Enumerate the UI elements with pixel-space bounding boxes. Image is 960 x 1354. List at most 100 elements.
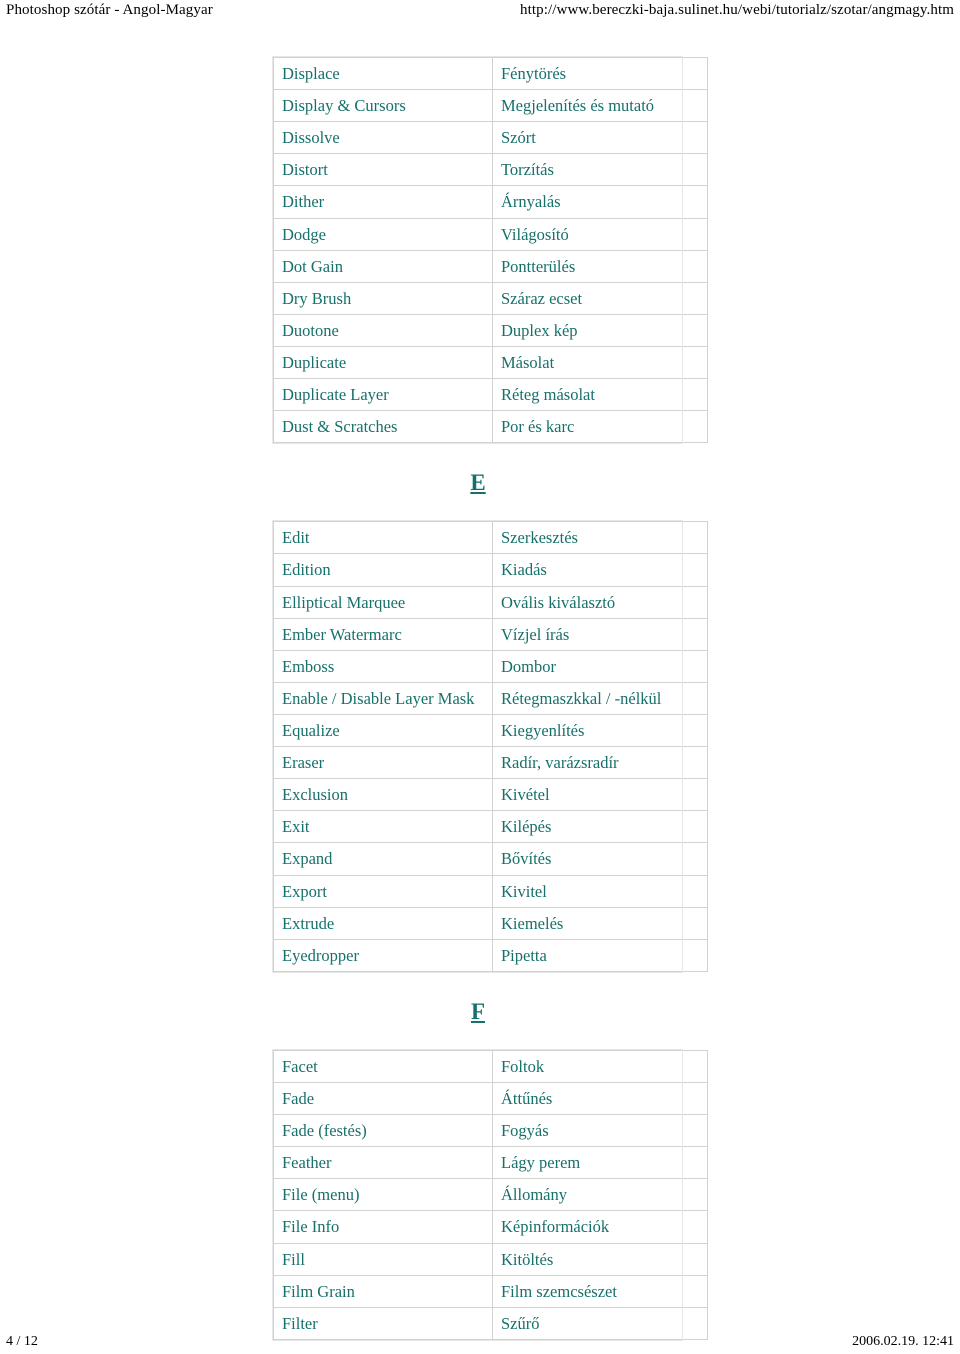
term-english: Equalize bbox=[274, 714, 493, 748]
table-row: Dust & Scratches Por és karc bbox=[274, 411, 708, 444]
table-row: Facet Foltok bbox=[274, 1050, 708, 1083]
term-hungarian: Kiegyenlítés bbox=[493, 714, 708, 748]
table-row: Ember Watermarc Vízjel írás bbox=[274, 618, 708, 651]
term-english: Duotone bbox=[274, 314, 493, 347]
term-hungarian: Ovális kiválasztó bbox=[493, 586, 708, 619]
term-english: Dither bbox=[274, 186, 493, 219]
term-hungarian: Szerkesztés bbox=[493, 522, 708, 555]
section-heading-e-wrap: E bbox=[0, 471, 960, 494]
term-english: Eraser bbox=[274, 747, 493, 780]
term-english: Duplicate bbox=[274, 346, 493, 380]
term-hungarian: Radír, varázsradír bbox=[493, 747, 708, 780]
section-heading-f-wrap: F bbox=[0, 1000, 960, 1023]
section-heading-f[interactable]: F bbox=[0, 1000, 956, 1023]
term-english: Film Grain bbox=[274, 1275, 493, 1308]
table-row: Expand Bővítés bbox=[274, 843, 708, 876]
term-english: Expand bbox=[274, 843, 493, 876]
term-english: Dodge bbox=[274, 218, 493, 251]
table-row: Elliptical Marquee Ovális kiválasztó bbox=[274, 586, 708, 619]
table-row: File Info Képinformációk bbox=[274, 1211, 708, 1244]
term-english: Dry Brush bbox=[274, 282, 493, 315]
table-row: Dot Gain Pontterülés bbox=[274, 250, 708, 283]
term-hungarian: Száraz ecset bbox=[493, 282, 708, 315]
term-english: Fill bbox=[274, 1243, 493, 1276]
term-hungarian: Kiemelés bbox=[493, 907, 708, 940]
table-row: Film Grain Film szemcsészet bbox=[274, 1275, 708, 1308]
table-row: Fade Áttűnés bbox=[274, 1082, 708, 1116]
table-row: File (menu) Állomány bbox=[274, 1179, 708, 1212]
term-english: Duplicate Layer bbox=[274, 379, 493, 412]
term-english: Extrude bbox=[274, 907, 493, 940]
table-row: Edition Kiadás bbox=[274, 554, 708, 587]
dictionary-section-e: Edit Szerkesztés Edition Kiadás Elliptic… bbox=[0, 520, 960, 973]
term-english: Dust & Scratches bbox=[274, 411, 493, 444]
term-hungarian: Bővítés bbox=[493, 843, 708, 876]
term-english: Export bbox=[274, 875, 493, 908]
term-hungarian: Dombor bbox=[493, 650, 708, 683]
table-body: Displace Fénytörés Display & Cursors Meg… bbox=[274, 58, 708, 444]
table-row: Feather Lágy perem bbox=[274, 1147, 708, 1180]
table-row: Eyedropper Pipetta bbox=[274, 939, 708, 972]
print-footer: 4 / 12 2006.02.19. 12:41 bbox=[0, 1328, 960, 1350]
table-row: Export Kivitel bbox=[274, 875, 708, 908]
term-english: Facet bbox=[274, 1050, 493, 1083]
table-row: Dissolve Szórt bbox=[274, 122, 708, 155]
print-header: Photoshop szótár - Angol-Magyar http://w… bbox=[0, 0, 960, 30]
table-row: Dither Árnyalás bbox=[274, 186, 708, 219]
term-english: Fade bbox=[274, 1082, 493, 1116]
term-hungarian: Kivétel bbox=[493, 779, 708, 812]
table-row: Distort Torzítás bbox=[274, 154, 708, 187]
term-hungarian: Duplex kép bbox=[493, 314, 708, 347]
dictionary-section-f: Facet Foltok Fade Áttűnés Fade (festés) … bbox=[0, 1048, 960, 1341]
term-hungarian: Pontterülés bbox=[493, 250, 708, 283]
term-english: Edit bbox=[274, 522, 493, 555]
term-hungarian: Fogyás bbox=[493, 1115, 708, 1148]
table-row: Fill Kitöltés bbox=[274, 1243, 708, 1276]
table-row: Duplicate Layer Réteg másolat bbox=[274, 379, 708, 412]
source-url: http://www.bereczki-baja.sulinet.hu/webi… bbox=[520, 2, 954, 18]
table-row: Equalize Kiegyenlítés bbox=[274, 714, 708, 748]
term-english: Eyedropper bbox=[274, 939, 493, 972]
term-english: Enable / Disable Layer Mask bbox=[274, 682, 493, 715]
table-row: Edit Szerkesztés bbox=[274, 522, 708, 555]
term-english: Exclusion bbox=[274, 779, 493, 812]
term-english: Elliptical Marquee bbox=[274, 586, 493, 619]
term-hungarian: Szórt bbox=[493, 122, 708, 155]
term-english: Feather bbox=[274, 1147, 493, 1180]
table-row: Exclusion Kivétel bbox=[274, 779, 708, 812]
term-hungarian: Lágy perem bbox=[493, 1147, 708, 1180]
term-english: Emboss bbox=[274, 650, 493, 683]
term-english: Exit bbox=[274, 811, 493, 844]
table-row: Extrude Kiemelés bbox=[274, 907, 708, 940]
term-english: Displace bbox=[274, 58, 493, 91]
term-english: Edition bbox=[274, 554, 493, 587]
term-english: Dissolve bbox=[274, 122, 493, 155]
term-hungarian: Fénytörés bbox=[493, 58, 708, 91]
table-row: Dry Brush Száraz ecset bbox=[274, 282, 708, 315]
table-row: Displace Fénytörés bbox=[274, 58, 708, 91]
term-hungarian: Áttűnés bbox=[493, 1082, 708, 1116]
page-number: 4 / 12 bbox=[6, 1334, 38, 1349]
term-hungarian: Foltok bbox=[493, 1050, 708, 1083]
term-hungarian: Rétegmaszkkal / -nélkül bbox=[493, 682, 708, 715]
term-hungarian: Vízjel írás bbox=[493, 618, 708, 651]
dictionary-section-d: Displace Fénytörés Display & Cursors Meg… bbox=[0, 56, 960, 445]
term-hungarian: Másolat bbox=[493, 346, 708, 380]
term-hungarian: Világosító bbox=[493, 218, 708, 251]
table-row: Exit Kilépés bbox=[274, 811, 708, 844]
term-english: Dot Gain bbox=[274, 250, 493, 283]
section-heading-e[interactable]: E bbox=[0, 471, 956, 494]
term-hungarian: Pipetta bbox=[493, 939, 708, 972]
term-hungarian: Árnyalás bbox=[493, 186, 708, 219]
term-hungarian: Állomány bbox=[493, 1179, 708, 1212]
term-hungarian: Képinformációk bbox=[493, 1211, 708, 1244]
term-hungarian: Torzítás bbox=[493, 154, 708, 187]
table-row: Dodge Világosító bbox=[274, 218, 708, 251]
dictionary-table-f: Facet Foltok Fade Áttűnés Fade (festés) … bbox=[273, 1049, 708, 1340]
term-hungarian: Kilépés bbox=[493, 811, 708, 844]
term-english: Ember Watermarc bbox=[274, 618, 493, 651]
dictionary-table-d: Displace Fénytörés Display & Cursors Meg… bbox=[273, 57, 708, 444]
term-hungarian: Réteg másolat bbox=[493, 379, 708, 412]
table-row: Duotone Duplex kép bbox=[274, 314, 708, 347]
table-body: Edit Szerkesztés Edition Kiadás Elliptic… bbox=[274, 522, 708, 972]
